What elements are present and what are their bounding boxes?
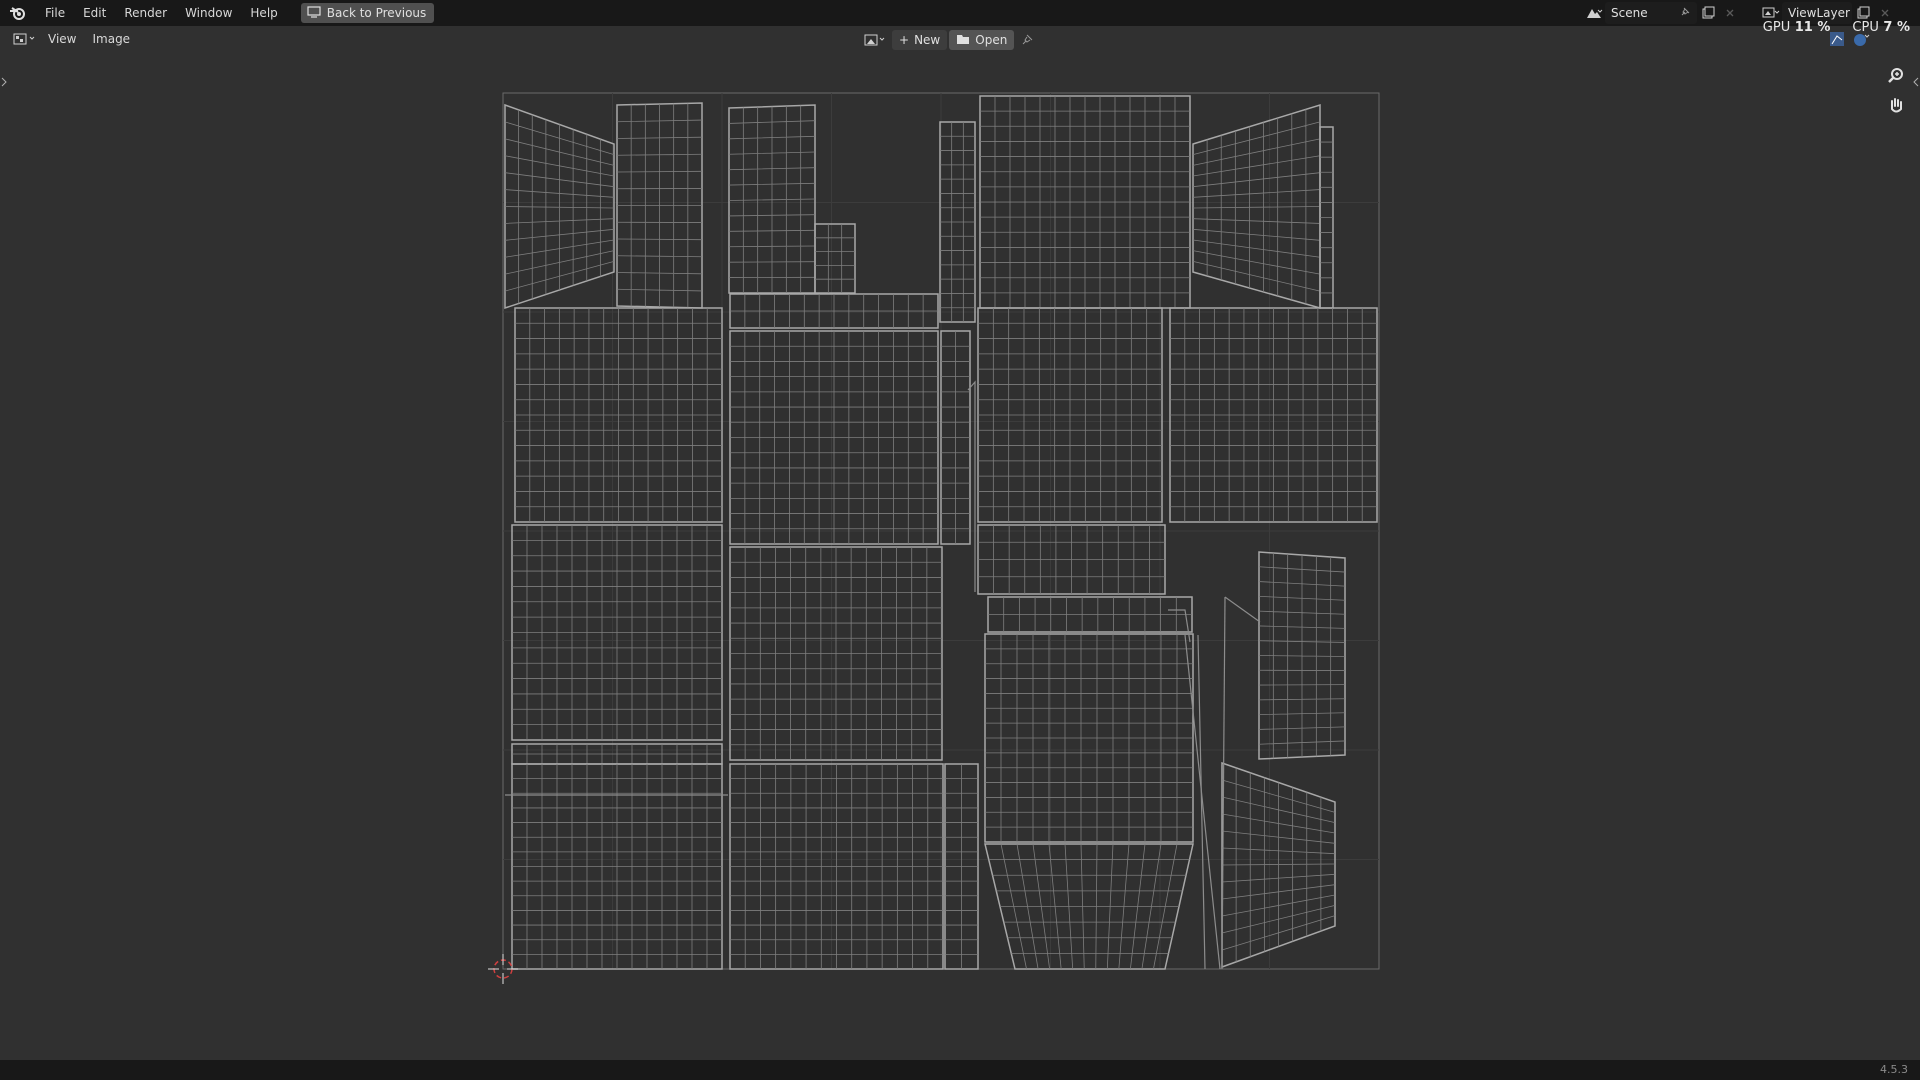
uv-seam [967,380,976,592]
uv-island [504,103,615,310]
editor-type-icon[interactable] [10,28,40,50]
new-label: New [914,33,941,47]
scene-selector: Scene [1583,2,1741,24]
uv-seam [1184,634,1221,970]
uv-island [977,524,1166,595]
uv-island [979,95,1191,309]
status-bar: 4.5.3 [0,1060,1920,1080]
uv-island [729,763,944,970]
new-image-button[interactable]: + New [892,30,948,50]
menu-file[interactable]: File [36,0,74,26]
gpu-label: GPU [1762,20,1791,35]
image-datablock-controls: + New Open [862,29,1038,51]
open-image-button[interactable]: Open [949,30,1015,50]
uv-island [729,330,939,545]
top-bar: File Edit Render Window Help Back to Pre… [0,0,1920,26]
scene-name-field[interactable]: Scene [1605,2,1697,24]
screen-icon [307,5,321,21]
uv-island [729,293,939,329]
plus-icon: + [899,33,910,47]
uv-seam [1197,634,1206,970]
uv-island [1221,761,1336,969]
gpu-value: 11 % [1794,20,1831,35]
uv-island [616,102,703,309]
new-scene-icon[interactable] [1697,2,1719,24]
scene-icon[interactable] [1583,2,1605,24]
cpu-stat: CPU 7 % [1852,20,1910,35]
uv-island [728,104,816,294]
open-label: Open [975,33,1008,47]
performance-stats: GPU 11 % CPU 7 % [1763,20,1910,35]
uv-island [987,596,1193,633]
menu-window[interactable]: Window [176,0,241,26]
menu-help[interactable]: Help [241,0,286,26]
folder-icon [956,33,970,48]
menu-edit[interactable]: Edit [74,0,115,26]
menu-image[interactable]: Image [84,26,138,52]
delete-scene-icon[interactable] [1719,2,1741,24]
cpu-value: 7 % [1883,20,1910,35]
menu-view[interactable]: View [40,26,84,52]
image-editor-header: View Image + New Open [0,26,1920,52]
gpu-stat: GPU 11 % [1763,20,1831,35]
uv-island [1258,551,1346,760]
uv-island [939,121,976,323]
uv-island [977,307,1163,523]
viewlayer-name: ViewLayer [1788,6,1850,20]
uv-island [511,524,723,741]
uv-island [1192,103,1321,309]
uv-island [944,763,979,970]
pin-icon[interactable] [1679,6,1691,21]
uv-island [514,307,723,523]
uv-editor-viewport[interactable] [0,52,1920,1060]
uv-island [1169,307,1378,523]
uv-island [729,546,943,761]
pin-image-icon[interactable] [1016,29,1038,51]
uv-layout [488,92,1380,984]
uv-island [984,843,1194,970]
uv-island [511,743,723,765]
menu-render[interactable]: Render [115,0,176,26]
uv-island [1319,126,1334,309]
version-label: 4.5.3 [1880,1063,1908,1076]
scene-name: Scene [1611,6,1648,20]
uv-island [814,223,856,294]
image-browse-icon[interactable] [862,29,890,51]
back-to-previous-button[interactable]: Back to Previous [300,3,435,23]
uv-seam [1224,596,1261,623]
cpu-label: CPU [1852,20,1879,35]
blender-logo-icon[interactable] [0,0,36,26]
back-to-previous-label: Back to Previous [326,6,427,20]
uv-island [940,330,971,545]
uv-island [984,633,1194,843]
